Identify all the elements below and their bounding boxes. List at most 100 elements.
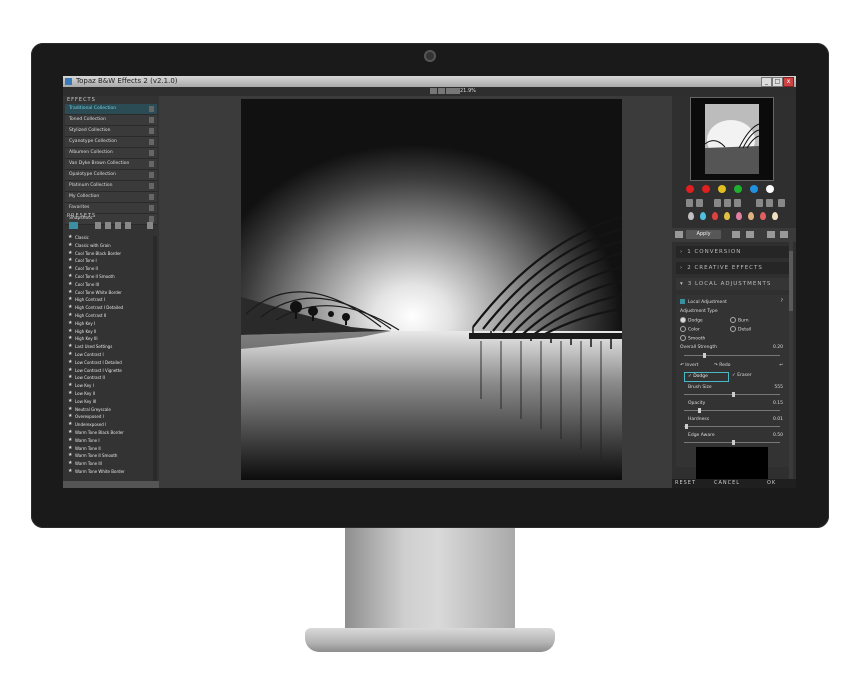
collection-menu-icon[interactable]	[149, 194, 154, 200]
favorite-star-icon[interactable]: ★	[68, 257, 72, 265]
preset-item[interactable]: ★ Warm Tone III	[65, 460, 157, 468]
brush-size-value[interactable]: 555	[774, 385, 783, 390]
navigator-thumbnail[interactable]	[690, 97, 774, 181]
presets-scrollbar[interactable]	[153, 236, 157, 481]
preset-item[interactable]: ★ Low Key I	[65, 382, 157, 390]
hardness-value[interactable]: 0.01	[773, 417, 783, 422]
preset-item[interactable]: ★ Overexposed I	[65, 413, 157, 421]
actual-size-icon[interactable]	[438, 88, 445, 94]
preset-item[interactable]: ★ High Key I	[65, 320, 157, 328]
preset-item[interactable]: ★ Classic with Grain	[65, 242, 157, 250]
zoom-out-icon[interactable]	[453, 88, 460, 94]
favorite-star-icon[interactable]: ★	[68, 445, 72, 453]
reset-brush-icon[interactable]: ↩	[779, 363, 783, 368]
preset-item[interactable]: ★ Warm Tone Black Border	[65, 429, 157, 437]
effect-collection-item[interactable]: Opalotype Collection	[65, 170, 157, 181]
green-swatch[interactable]	[734, 185, 742, 193]
favorite-star-icon[interactable]: ★	[68, 351, 72, 359]
detail-tool-icon[interactable]	[756, 199, 763, 207]
slider-knob[interactable]	[685, 424, 688, 429]
overall-strength-slider[interactable]	[684, 353, 780, 358]
reset-button[interactable]: RESET	[675, 479, 696, 488]
favorite-star-icon[interactable]: ★	[68, 234, 72, 242]
import-icon[interactable]	[105, 222, 111, 229]
effect-collection-item[interactable]: Van Dyke Brown Collection	[65, 159, 157, 170]
brush-size-slider[interactable]	[684, 392, 780, 397]
preset-item[interactable]: ★ Low Key II	[65, 390, 157, 398]
favorite-star-icon[interactable]: ★	[68, 304, 72, 312]
favorite-star-icon[interactable]: ★	[68, 413, 72, 421]
favorite-star-icon[interactable]: ★	[68, 406, 72, 414]
favorite-star-icon[interactable]: ★	[68, 281, 72, 289]
favorite-star-icon[interactable]: ★	[68, 250, 72, 258]
cancel-button[interactable]: CANCEL	[714, 479, 740, 488]
opacity-slider[interactable]	[684, 408, 780, 413]
help-icon[interactable]: ?	[781, 299, 783, 304]
section-local-adjustments[interactable]: ▾ 3 LOCAL ADJUSTMENTS	[676, 278, 789, 290]
pen-icon[interactable]	[778, 199, 785, 207]
right-panel-scrollbar[interactable]	[789, 241, 793, 479]
effect-collection-item[interactable]: My Collection	[65, 192, 157, 203]
section-conversion[interactable]: › 1 CONVERSION	[676, 246, 789, 258]
radio-icon[interactable]	[730, 317, 736, 323]
color-drop-icon[interactable]	[700, 212, 706, 220]
preset-item[interactable]: ★ Cool Tone III	[65, 281, 157, 289]
favorite-star-icon[interactable]: ★	[68, 468, 72, 476]
preset-item[interactable]: ★ Cool Tone II Smooth	[65, 273, 157, 281]
preset-item[interactable]: ★ Warm Tone I	[65, 437, 157, 445]
opacity-value[interactable]: 0.15	[773, 401, 783, 406]
favorite-star-icon[interactable]: ★	[68, 343, 72, 351]
slider-knob[interactable]	[732, 440, 735, 445]
dodge-tool-icon[interactable]	[714, 199, 721, 207]
preset-item[interactable]: ★ Last Used Settings	[65, 343, 157, 351]
color-drop-icon[interactable]	[760, 212, 766, 220]
favorite-star-icon[interactable]: ★	[68, 289, 72, 297]
enable-checkbox[interactable]	[680, 299, 685, 304]
burn-tool-icon[interactable]	[724, 199, 731, 207]
favorite-star-icon[interactable]: ★	[68, 242, 72, 250]
info-icon[interactable]	[780, 231, 788, 238]
preset-item[interactable]: ★ High Contrast I Detailed	[65, 304, 157, 312]
radio-icon[interactable]	[680, 326, 686, 332]
minimize-button[interactable]: _	[761, 77, 772, 87]
color-drop-icon[interactable]	[772, 212, 778, 220]
preset-item[interactable]: ★ Low Contrast I Vignette	[65, 367, 157, 375]
collection-menu-icon[interactable]	[149, 106, 154, 112]
mask-icon[interactable]	[696, 199, 703, 207]
color-drop-icon[interactable]	[688, 212, 694, 220]
favorite-star-icon[interactable]: ★	[68, 335, 72, 343]
favorite-star-icon[interactable]: ★	[68, 390, 72, 398]
list-view-icon[interactable]	[95, 222, 101, 229]
preset-item[interactable]: ★ Low Contrast I	[65, 351, 157, 359]
color-drop-icon[interactable]	[724, 212, 730, 220]
section-creative-effects[interactable]: › 2 CREATIVE EFFECTS	[676, 262, 789, 274]
favorite-star-icon[interactable]: ★	[68, 374, 72, 382]
white-swatch[interactable]	[766, 185, 774, 193]
collection-menu-icon[interactable]	[149, 150, 154, 156]
redo-brush-button[interactable]: ↷ Redo	[714, 363, 731, 368]
favorite-star-icon[interactable]: ★	[68, 265, 72, 273]
collection-menu-icon[interactable]	[149, 183, 154, 189]
eraser-button[interactable]: ✓ Eraser	[732, 373, 752, 378]
scrollbar-thumb[interactable]	[789, 251, 793, 311]
preset-item[interactable]: ★ Low Key III	[65, 398, 157, 406]
favorite-star-icon[interactable]: ★	[68, 320, 72, 328]
undo-icon[interactable]	[732, 231, 740, 238]
yellow-swatch[interactable]	[718, 185, 726, 193]
effect-collection-item[interactable]: Traditional Collection	[65, 104, 157, 115]
preset-item[interactable]: ★ High Contrast II	[65, 312, 157, 320]
preset-item[interactable]: ★ Low Contrast I Detailed	[65, 359, 157, 367]
ok-button[interactable]: OK	[767, 479, 776, 488]
color-drop-icon[interactable]	[736, 212, 742, 220]
type-smooth[interactable]: Smooth	[680, 335, 705, 342]
grid-view-icon[interactable]	[69, 222, 78, 229]
favorite-star-icon[interactable]: ★	[68, 382, 72, 390]
color-tool-icon[interactable]	[734, 199, 741, 207]
favorite-star-icon[interactable]: ★	[68, 367, 72, 375]
slider-knob[interactable]	[732, 392, 735, 397]
fit-view-icon[interactable]	[430, 88, 437, 94]
type-burn[interactable]: Burn	[730, 317, 749, 324]
favorite-star-icon[interactable]: ★	[68, 296, 72, 304]
favorite-star-icon[interactable]: ★	[68, 312, 72, 320]
effect-collection-item[interactable]: Stylized Collection	[65, 126, 157, 137]
